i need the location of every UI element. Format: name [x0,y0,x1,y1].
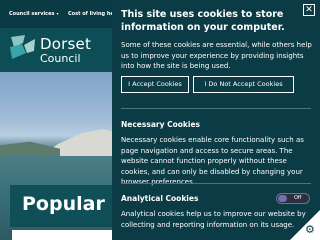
logo-text-council: Council [40,52,81,65]
dorset-council-logo-icon[interactable] [8,33,37,61]
divider [121,183,311,184]
gear-icon: ⚙ [305,223,315,236]
logo-text-dorset: Dorset [40,35,92,53]
analytical-cookies-text: Analytical cookies help us to improve ou… [121,210,306,229]
toggle-state-label: Off [294,195,302,201]
cookie-title: This site uses cookies to store informat… [121,9,285,33]
cookie-intro: Some of these cookies are essential, whi… [121,41,312,70]
close-icon: ✕ [305,5,313,15]
decline-cookies-button[interactable]: I Do Not Accept Cookies [193,76,294,93]
nav-item-council-services[interactable]: Council services ▾ [9,11,59,17]
divider [121,108,311,109]
analytical-cookies-toggle[interactable]: Off [276,193,310,204]
necessary-cookies-heading: Necessary Cookies [121,120,201,129]
nav-item-label: Council services [9,11,55,17]
accept-cookies-button[interactable]: I Accept Cookies [121,76,189,93]
cookie-consent-panel: ✕ This site uses cookies to store inform… [112,0,320,240]
chevron-down-icon: ▾ [56,11,59,16]
necessary-cookies-text: Necessary cookies enable core functional… [121,136,304,186]
popular-services-field[interactable] [12,230,128,240]
analytical-cookies-heading: Analytical Cookies [121,194,199,203]
hero-headland [0,141,60,156]
close-button[interactable]: ✕ [303,4,315,16]
toggle-knob [278,195,287,202]
